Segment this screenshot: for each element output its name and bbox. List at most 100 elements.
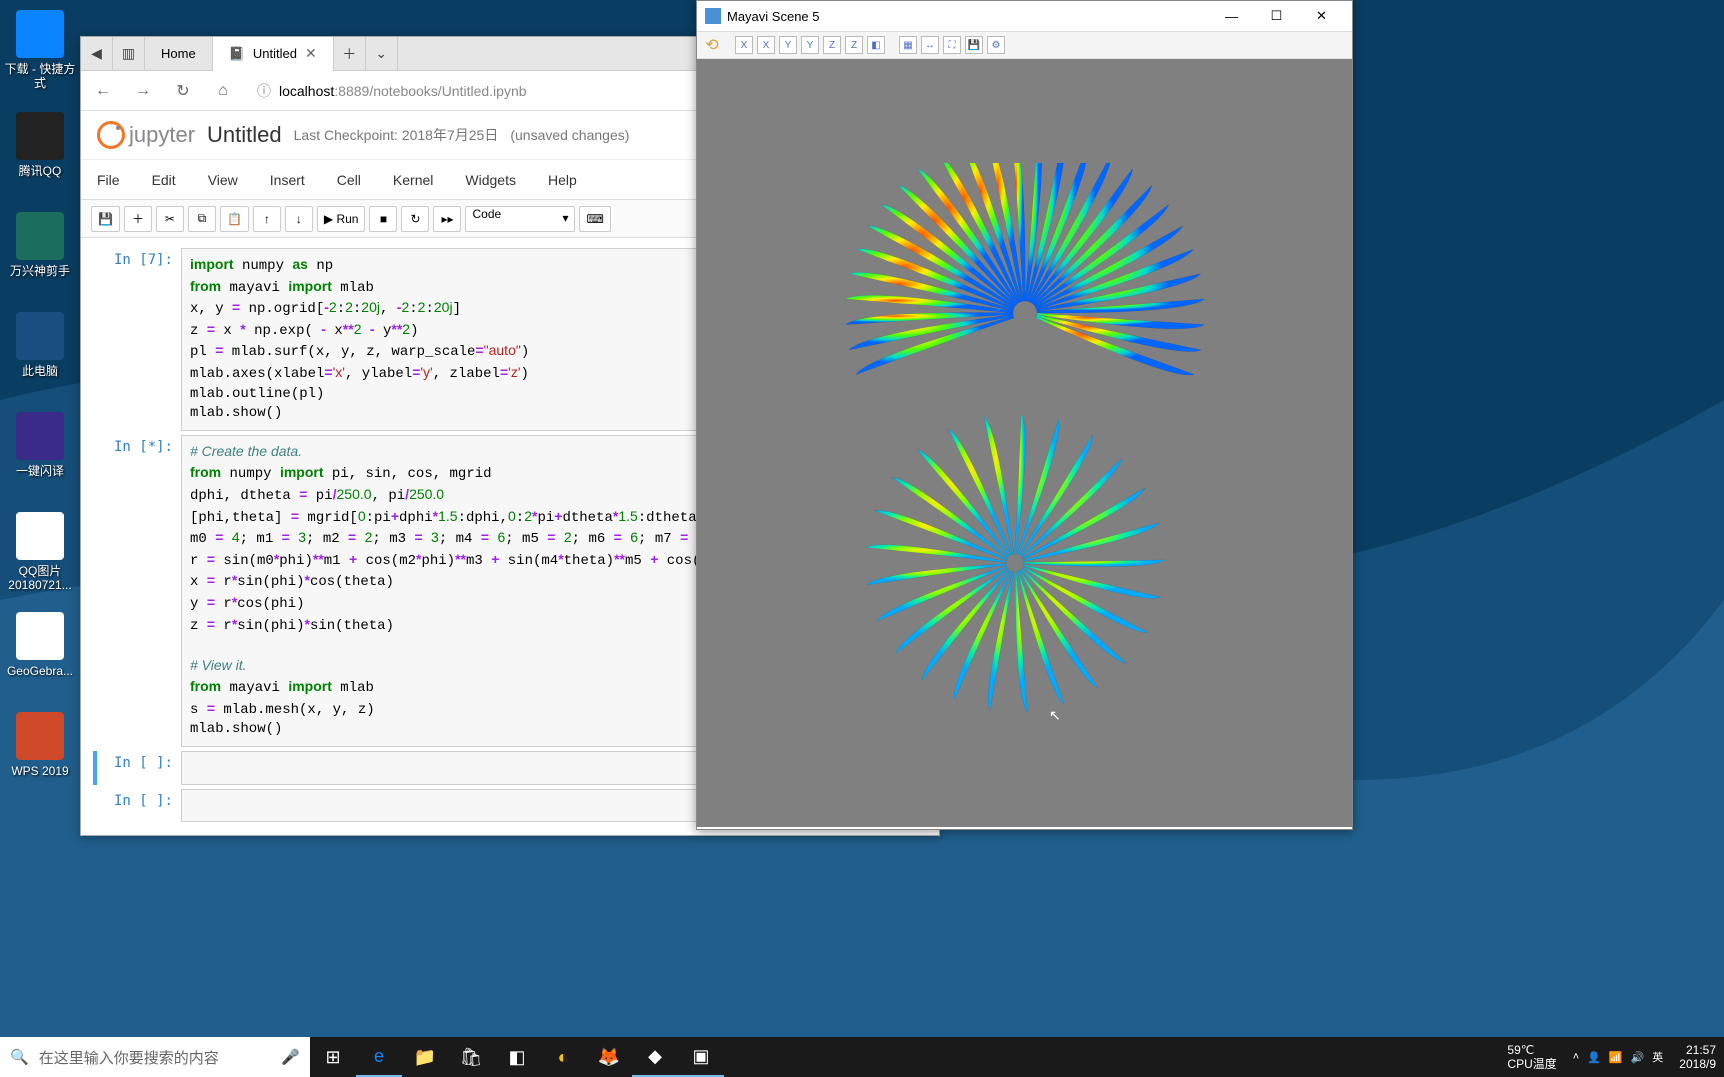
save-button[interactable]: 💾 <box>91 206 120 232</box>
maximize-button[interactable]: ☐ <box>1254 1 1299 31</box>
cell-prompt: In [ ]: <box>97 789 181 823</box>
mayavi-title-text: Mayavi Scene 5 <box>727 9 820 24</box>
task-view-button[interactable]: ⊞ <box>310 1037 356 1077</box>
task-firefox[interactable]: 🦊 <box>586 1037 632 1077</box>
tab-home[interactable]: Home <box>145 37 213 71</box>
mayavi-toolbar: ⟲XXYYZZ◧▦↔⛶💾⚙ <box>697 31 1352 59</box>
tab-label: Home <box>161 46 196 61</box>
taskbar-search-input[interactable]: 🔍 在这里输入你要搜索的内容 🎤 <box>0 1037 310 1077</box>
system-tray[interactable]: ˄ 👤 📶 🔊 英 <box>1565 1049 1672 1065</box>
tray-up-icon[interactable]: ˄ <box>1573 1051 1579 1063</box>
desktop-icon[interactable]: 腾讯QQ <box>2 112 78 178</box>
notebook-title[interactable]: Untitled <box>207 122 282 148</box>
desktop-icon[interactable]: 此电脑 <box>2 312 78 378</box>
windows-taskbar: 🔍 在这里输入你要搜索的内容 🎤 ⊞ e 📁 🛍 ◧ ◐ 🦊 ◆ ▣ 59℃ C… <box>0 1037 1724 1077</box>
menu-help[interactable]: Help <box>548 172 577 188</box>
taskbar-clock[interactable]: 21:57 2018/9 <box>1671 1039 1724 1076</box>
task-explorer[interactable]: 📁 <box>402 1037 448 1077</box>
mayavi-app-icon <box>705 8 721 24</box>
menu-file[interactable]: File <box>97 172 120 188</box>
cut-button[interactable]: ✂ <box>156 206 184 232</box>
menu-view[interactable]: View <box>208 172 238 188</box>
app-icon <box>16 112 64 160</box>
home-button[interactable]: ⌂ <box>209 77 237 105</box>
cell-prompt: In [*]: <box>97 435 181 747</box>
mayavi-tb-button-7[interactable]: ◧ <box>867 36 885 54</box>
mayavi-tb-button-8[interactable]: ▦ <box>899 36 917 54</box>
mayavi-tb-button-3[interactable]: Y <box>779 36 797 54</box>
menu-insert[interactable]: Insert <box>270 172 305 188</box>
mayavi-tb-button-10[interactable]: ⛶ <box>943 36 961 54</box>
move-down-button[interactable]: ↓ <box>285 206 313 232</box>
mayavi-tb-button-1[interactable]: X <box>735 36 753 54</box>
task-app1[interactable]: ◧ <box>494 1037 540 1077</box>
move-up-button[interactable]: ↑ <box>253 206 281 232</box>
mayavi-tb-button-9[interactable]: ↔ <box>921 36 939 54</box>
desktop-icon[interactable]: 一键闪译 <box>2 412 78 478</box>
task-app3[interactable]: ▣ <box>678 1037 724 1077</box>
mayavi-tb-button-11[interactable]: 💾 <box>965 36 983 54</box>
refresh-button[interactable]: ↻ <box>169 77 197 105</box>
app-icon <box>16 10 64 58</box>
task-edge[interactable]: e <box>356 1037 402 1077</box>
add-cell-button[interactable]: ＋ <box>124 206 152 232</box>
mouse-cursor-icon: ↖ <box>1049 707 1061 724</box>
back-button[interactable]: ← <box>89 77 117 105</box>
desktop-icon[interactable]: QQ图片20180721... <box>2 512 78 593</box>
command-palette-button[interactable]: ⌨ <box>579 206 610 232</box>
tray-volume-icon[interactable]: 🔊 <box>1631 1051 1645 1064</box>
task-chrome[interactable]: ◐ <box>540 1037 586 1077</box>
task-app2[interactable]: ◆ <box>632 1037 678 1077</box>
task-store[interactable]: 🛍 <box>448 1037 494 1077</box>
mayavi-window: Mayavi Scene 5 — ☐ ✕ ⟲XXYYZZ◧▦↔⛶💾⚙ ↖ <box>696 0 1353 830</box>
menu-widgets[interactable]: Widgets <box>465 172 516 188</box>
tab-close-button[interactable]: ✕ <box>305 45 317 62</box>
mayavi-tb-button-6[interactable]: Z <box>845 36 863 54</box>
forward-button[interactable]: → <box>129 77 157 105</box>
mayavi-tb-button-2[interactable]: X <box>757 36 775 54</box>
restart-button[interactable]: ↻ <box>401 206 429 232</box>
copy-button[interactable]: ⧉ <box>188 206 216 232</box>
tab-list-button[interactable]: ▥ <box>113 37 145 71</box>
url-text: localhost:8889/notebooks/Untitled.ipynb <box>279 83 527 99</box>
mayavi-tb-button-5[interactable]: Z <box>823 36 841 54</box>
mayavi-tb-button-4[interactable]: Y <box>801 36 819 54</box>
tab-dropdown-button[interactable]: ⌄ <box>366 37 398 71</box>
mayavi-3d-viewport[interactable]: ↖ <box>697 59 1352 827</box>
minimize-button[interactable]: — <box>1209 1 1254 31</box>
close-button[interactable]: ✕ <box>1299 1 1344 31</box>
tray-network-icon[interactable]: 📶 <box>1609 1051 1623 1064</box>
desktop-icon[interactable]: 万兴神剪手 <box>2 212 78 278</box>
desktop-icon[interactable]: WPS 2019 <box>2 712 78 778</box>
jupyter-logo[interactable]: jupyter <box>97 121 195 149</box>
app-icon <box>16 512 64 560</box>
site-info-icon[interactable]: ⓘ <box>257 81 271 101</box>
clock-date: 2018/9 <box>1679 1057 1716 1071</box>
desktop-icon[interactable]: 下载 - 快捷方式 <box>2 10 78 91</box>
run-button[interactable]: ▶ Run <box>317 206 366 232</box>
mayavi-tb-button-0[interactable]: ⟲ <box>703 36 721 54</box>
mayavi-titlebar[interactable]: Mayavi Scene 5 — ☐ ✕ <box>697 1 1352 31</box>
restart-run-all-button[interactable]: ▸▸ <box>433 206 461 232</box>
menu-kernel[interactable]: Kernel <box>393 172 433 188</box>
new-tab-button[interactable]: ＋ <box>334 37 366 71</box>
tray-people-icon[interactable]: 👤 <box>1587 1051 1601 1064</box>
icon-label: 万兴神剪手 <box>2 264 78 278</box>
unsaved-text: (unsaved changes) <box>510 127 629 143</box>
tab-untitled[interactable]: 📓 Untitled ✕ <box>213 37 334 71</box>
interrupt-button[interactable]: ■ <box>369 206 397 232</box>
temp-label: CPU温度 <box>1507 1057 1556 1071</box>
mayavi-tb-button-12[interactable]: ⚙ <box>987 36 1005 54</box>
app-icon <box>16 612 64 660</box>
paste-button[interactable]: 📋 <box>220 206 249 232</box>
cell-type-select[interactable]: Code <box>465 206 575 232</box>
tab-prev-button[interactable]: ◀ <box>81 37 113 71</box>
tray-ime-text[interactable]: 英 <box>1652 1049 1663 1065</box>
cpu-temp-widget[interactable]: 59℃ CPU温度 <box>1499 1039 1564 1076</box>
menu-edit[interactable]: Edit <box>152 172 176 188</box>
menu-cell[interactable]: Cell <box>337 172 361 188</box>
desktop-icon[interactable]: GeoGebra... <box>2 612 78 678</box>
icon-label: 一键闪译 <box>2 464 78 478</box>
search-placeholder: 在这里输入你要搜索的内容 <box>39 1047 219 1068</box>
mic-icon[interactable]: 🎤 <box>281 1048 300 1066</box>
